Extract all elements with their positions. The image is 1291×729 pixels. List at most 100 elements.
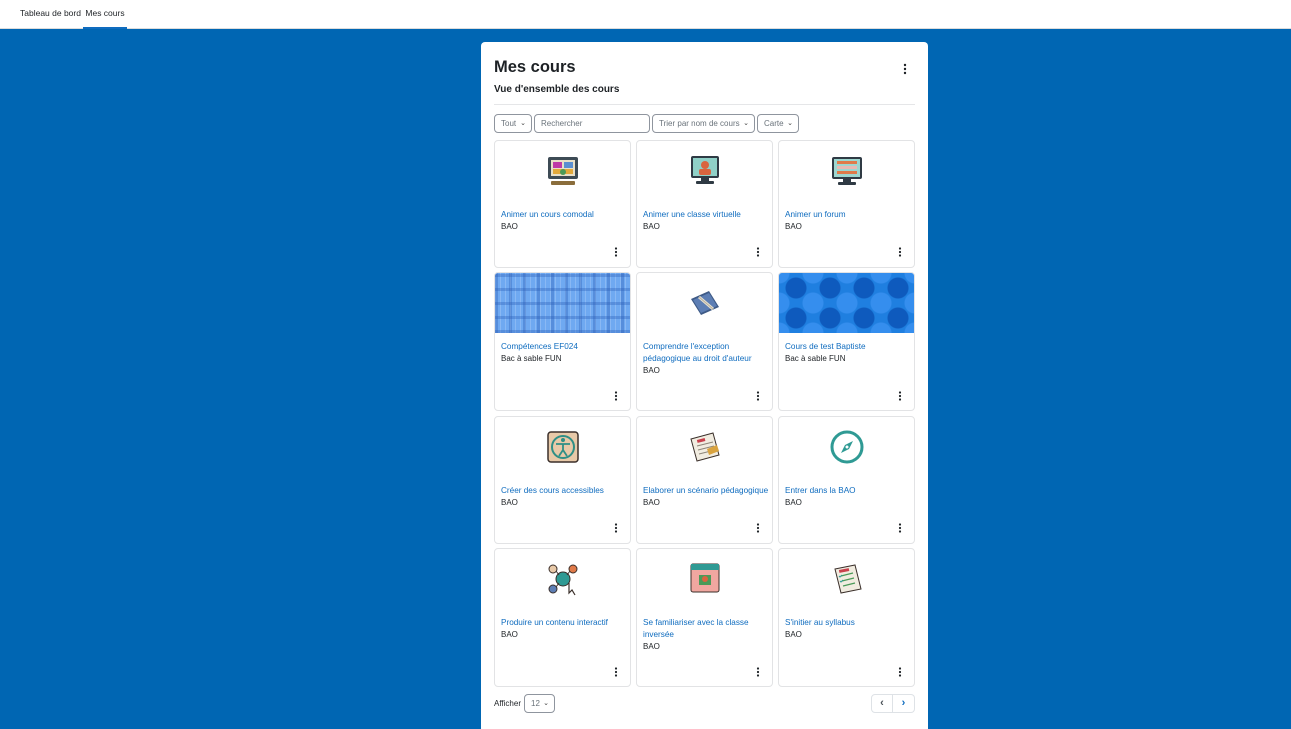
chevron-down-icon: ⌄ (520, 120, 526, 127)
course-category: BAO (643, 366, 660, 375)
course-card[interactable]: S'initier au syllabus BAO (778, 548, 915, 687)
grouping-dropdown[interactable]: Tout ⌄ (494, 114, 532, 133)
kebab-menu-icon (756, 523, 760, 533)
course-card[interactable]: Animer une classe virtuelle BAO (636, 140, 773, 268)
kebab-menu-icon (898, 523, 902, 533)
course-actions-menu[interactable] (752, 665, 764, 677)
course-title[interactable]: Compétences EF024 (501, 341, 629, 353)
course-image (779, 549, 914, 609)
course-category: BAO (643, 642, 660, 651)
course-title[interactable]: Elaborer un scénario pédagogique (643, 485, 771, 497)
course-title[interactable]: Produire un contenu interactif (501, 617, 629, 629)
course-card[interactable]: Comprendre l'exception pédagogique au dr… (636, 272, 773, 411)
course-image (779, 273, 914, 333)
compass-illustration (830, 430, 864, 464)
course-category: BAO (785, 498, 802, 507)
kebab-menu-icon (614, 391, 618, 401)
course-title[interactable]: Cours de test Baptiste (785, 341, 913, 353)
view-label: Carte (764, 119, 784, 128)
flipped-class-illustration (690, 563, 720, 593)
course-category: BAO (501, 630, 518, 639)
divider (494, 104, 915, 105)
sort-dropdown[interactable]: Trier par nom de cours ⌄ (652, 114, 755, 133)
course-title[interactable]: Se familiariser avec la classe inversée (643, 617, 771, 641)
course-overview-panel: Mes cours Vue d'ensemble des cours Tout … (481, 42, 928, 729)
chevron-down-icon: ⌄ (543, 700, 549, 707)
course-image (637, 549, 772, 609)
kebab-menu-icon (903, 63, 907, 75)
view-dropdown[interactable]: Carte ⌄ (757, 114, 799, 133)
course-card[interactable]: Se familiariser avec la classe inversée … (636, 548, 773, 687)
course-image (779, 417, 914, 477)
kebab-menu-icon (898, 247, 902, 257)
course-category: BAO (501, 498, 518, 507)
course-title[interactable]: Animer une classe virtuelle (643, 209, 771, 221)
chevron-down-icon: ⌄ (787, 120, 793, 127)
per-page-dropdown[interactable]: 12 ⌄ (524, 694, 555, 713)
course-card[interactable]: Elaborer un scénario pédagogique BAO (636, 416, 773, 544)
sort-label: Trier par nom de cours (659, 119, 740, 128)
course-image (495, 417, 630, 477)
course-image (495, 273, 630, 333)
course-card[interactable]: Créer des cours accessibles BAO (494, 416, 631, 544)
course-card[interactable]: Produire un contenu interactif BAO (494, 548, 631, 687)
course-actions-menu[interactable] (894, 389, 906, 401)
course-actions-menu[interactable] (610, 245, 622, 257)
section-subtitle: Vue d'ensemble des cours (494, 84, 620, 95)
forum-illustration (832, 157, 862, 185)
course-actions-menu[interactable] (610, 521, 622, 533)
course-actions-menu[interactable] (894, 665, 906, 677)
page-title: Mes cours (494, 58, 576, 76)
book-quill-illustration (691, 291, 719, 315)
course-actions-menu[interactable] (894, 521, 906, 533)
course-title[interactable]: S'initier au syllabus (785, 617, 913, 629)
course-title[interactable]: Animer un cours comodal (501, 209, 629, 221)
chevron-left-icon: ‹ (880, 697, 884, 709)
course-title[interactable]: Animer un forum (785, 209, 913, 221)
course-title[interactable]: Comprendre l'exception pédagogique au dr… (643, 341, 771, 365)
kebab-menu-icon (756, 247, 760, 257)
previous-page-button[interactable]: ‹ (871, 694, 893, 713)
next-page-button[interactable]: › (893, 694, 915, 713)
course-category: BAO (785, 222, 802, 231)
course-card[interactable]: Entrer dans la BAO BAO (778, 416, 915, 544)
course-actions-menu[interactable] (894, 245, 906, 257)
course-image (637, 417, 772, 477)
course-image (495, 549, 630, 609)
course-card[interactable]: Compétences EF024 Bac à sable FUN (494, 272, 631, 411)
course-card[interactable]: Animer un forum BAO (778, 140, 915, 268)
course-actions-menu[interactable] (752, 389, 764, 401)
course-image (637, 273, 772, 333)
course-title[interactable]: Créer des cours accessibles (501, 485, 629, 497)
course-card[interactable]: Animer un cours comodal BAO (494, 140, 631, 268)
course-actions-menu[interactable] (752, 245, 764, 257)
syllabus-illustration (834, 564, 862, 594)
virtual-class-illustration (691, 156, 719, 184)
course-card[interactable]: Cours de test Baptiste Bac à sable FUN (778, 272, 915, 411)
course-category: BAO (501, 222, 518, 231)
nav-item-dashboard[interactable]: Tableau de bord (20, 0, 81, 29)
kebab-menu-icon (756, 667, 760, 677)
course-image (637, 141, 772, 201)
per-page-value: 12 (531, 699, 540, 708)
course-category: BAO (643, 498, 660, 507)
course-category: BAO (785, 630, 802, 639)
chevron-right-icon: › (901, 697, 906, 709)
scenario-document-illustration (690, 432, 720, 462)
course-actions-menu[interactable] (610, 389, 622, 401)
kebab-menu-icon (614, 667, 618, 677)
course-actions-menu[interactable] (752, 521, 764, 533)
search-input[interactable] (534, 114, 650, 133)
course-category: Bac à sable FUN (501, 354, 562, 363)
chevron-down-icon: ⌄ (743, 120, 749, 127)
accessibility-illustration (547, 431, 579, 463)
interactive-content-illustration (548, 564, 578, 596)
nav-item-my-courses[interactable]: Mes cours (83, 0, 127, 29)
kebab-menu-icon (898, 667, 902, 677)
kebab-menu-icon (614, 523, 618, 533)
per-page-label: Afficher (494, 699, 521, 708)
page-actions-menu[interactable] (897, 61, 913, 77)
course-actions-menu[interactable] (610, 665, 622, 677)
top-navigation: Tableau de bord Mes cours (0, 0, 1291, 29)
course-title[interactable]: Entrer dans la BAO (785, 485, 913, 497)
